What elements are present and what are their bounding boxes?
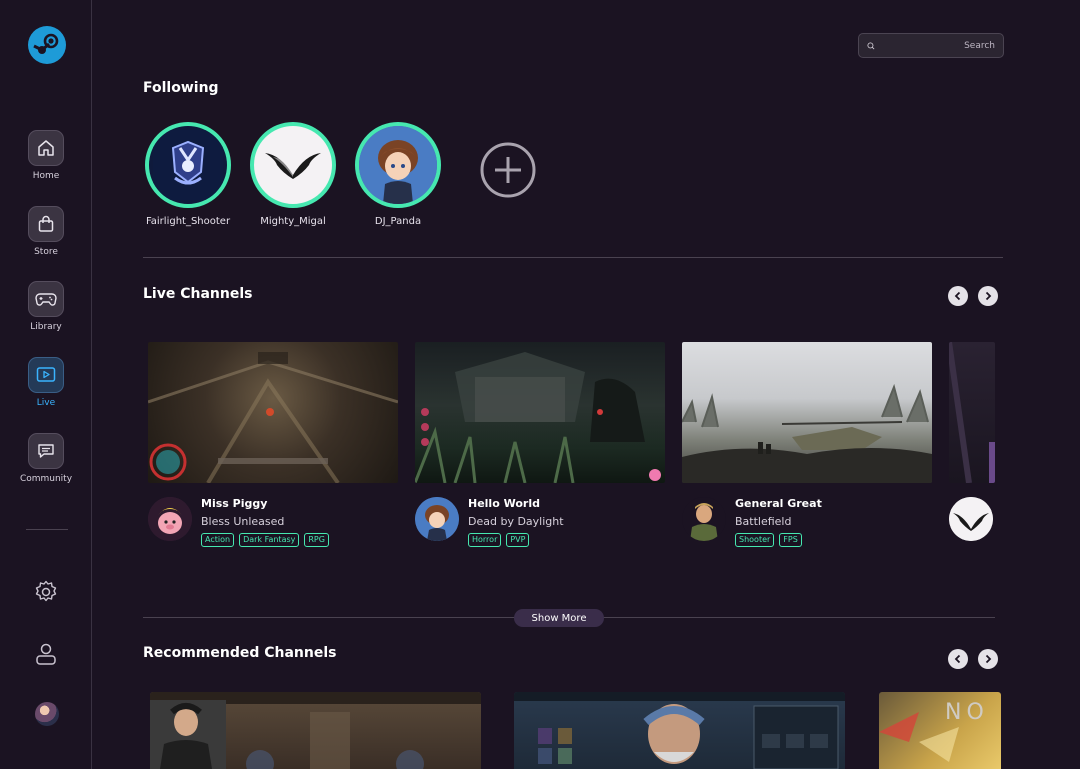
tag[interactable]: PVP <box>506 533 530 547</box>
live-channel-card[interactable]: Hello World Dead by Daylight Horror PVP <box>415 342 665 555</box>
streamer-avatar <box>415 497 459 541</box>
steam-logo-icon[interactable] <box>28 26 66 64</box>
chevron-left-icon[interactable] <box>948 286 968 306</box>
tag-list: Shooter FPS <box>735 533 802 547</box>
tag-list: Action Dark Fantasy RPG <box>201 533 329 547</box>
stream-thumbnail <box>682 342 932 483</box>
sidebar-item-label: Home <box>32 171 60 181</box>
card-info: Miss Piggy Bless Unleased Action Dark Fa… <box>148 495 398 555</box>
chevron-right-icon[interactable] <box>978 649 998 669</box>
sidebar-item-label: Store <box>34 247 58 257</box>
search-input[interactable] <box>875 40 995 51</box>
recommended-channels-title: Recommended Channels <box>143 645 337 661</box>
following-channel[interactable]: DJ_Panda <box>343 122 453 227</box>
recommended-channel-card[interactable] <box>150 692 481 769</box>
sidebar-item-home[interactable]: Home <box>0 130 92 181</box>
thumbnail-text: NO <box>945 700 989 725</box>
sidebar-item-live[interactable]: Live <box>0 357 92 408</box>
stream-thumbnail <box>415 342 665 483</box>
sidebar-item-label: Library <box>30 322 62 332</box>
live-channel-card[interactable] <box>949 342 995 555</box>
channel-name: Mighty_Migal <box>260 216 326 227</box>
game-title: Dead by Daylight <box>468 515 564 528</box>
gamepad-icon <box>28 281 64 317</box>
chat-icon <box>28 433 64 469</box>
channel-name: DJ_Panda <box>374 216 422 227</box>
home-icon <box>28 130 64 166</box>
live-channel-card[interactable]: Miss Piggy Bless Unleased Action Dark Fa… <box>148 342 398 555</box>
card-info: General Great Battlefield Shooter FPS <box>682 495 932 555</box>
following-channel[interactable]: Fairlight_Shooter <box>133 122 243 227</box>
channel-avatar <box>145 122 231 208</box>
channel-avatar <box>250 122 336 208</box>
following-title: Following <box>143 80 219 96</box>
sidebar-item-community[interactable]: Community <box>0 433 92 484</box>
recommended-channel-card[interactable]: NO <box>879 692 1001 769</box>
show-more-button[interactable]: Show More <box>514 609 604 627</box>
streamer-name: Miss Piggy <box>201 497 268 510</box>
avatar[interactable] <box>35 702 59 726</box>
section-divider <box>143 257 1003 258</box>
chevron-right-icon[interactable] <box>978 286 998 306</box>
live-channels-title: Live Channels <box>143 286 253 302</box>
sidebar-item-label: Community <box>19 474 73 484</box>
game-title: Bless Unleased <box>201 515 285 528</box>
stream-thumbnail <box>148 342 398 483</box>
search-bar[interactable] <box>858 33 1004 58</box>
stream-thumbnail <box>949 342 995 483</box>
play-icon <box>28 357 64 393</box>
tag-list: Horror PVP <box>468 533 530 547</box>
search-icon <box>867 41 875 49</box>
sidebar: Home Store Library Live Community <box>0 0 92 769</box>
sidebar-item-label: Live <box>36 398 56 408</box>
streamer-avatar <box>949 497 993 541</box>
user-icon[interactable] <box>33 641 59 667</box>
live-channel-card[interactable]: General Great Battlefield Shooter FPS <box>682 342 932 555</box>
tag[interactable]: Dark Fantasy <box>239 533 300 547</box>
sidebar-divider <box>26 529 68 530</box>
sidebar-item-library[interactable]: Library <box>0 281 92 332</box>
channel-name: Fairlight_Shooter <box>145 216 231 227</box>
shopping-bag-icon <box>28 206 64 242</box>
tag[interactable]: Action <box>201 533 235 547</box>
chevron-left-icon[interactable] <box>948 649 968 669</box>
channel-avatar <box>355 122 441 208</box>
tag[interactable]: FPS <box>779 533 802 547</box>
plus-circle-icon[interactable] <box>480 142 536 198</box>
card-info: Hello World Dead by Daylight Horror PVP <box>415 495 665 555</box>
sidebar-item-store[interactable]: Store <box>0 206 92 257</box>
streamer-name: General Great <box>735 497 822 510</box>
recommended-channel-card[interactable] <box>514 692 845 769</box>
streamer-avatar <box>682 497 726 541</box>
following-channel[interactable]: Mighty_Migal <box>238 122 348 227</box>
streamer-avatar <box>148 497 192 541</box>
card-info <box>949 495 995 555</box>
streamer-name: Hello World <box>468 497 540 510</box>
gear-icon[interactable] <box>33 579 59 605</box>
game-title: Battlefield <box>735 515 792 528</box>
tag[interactable]: Horror <box>468 533 502 547</box>
tag[interactable]: RPG <box>304 533 329 547</box>
tag[interactable]: Shooter <box>735 533 775 547</box>
